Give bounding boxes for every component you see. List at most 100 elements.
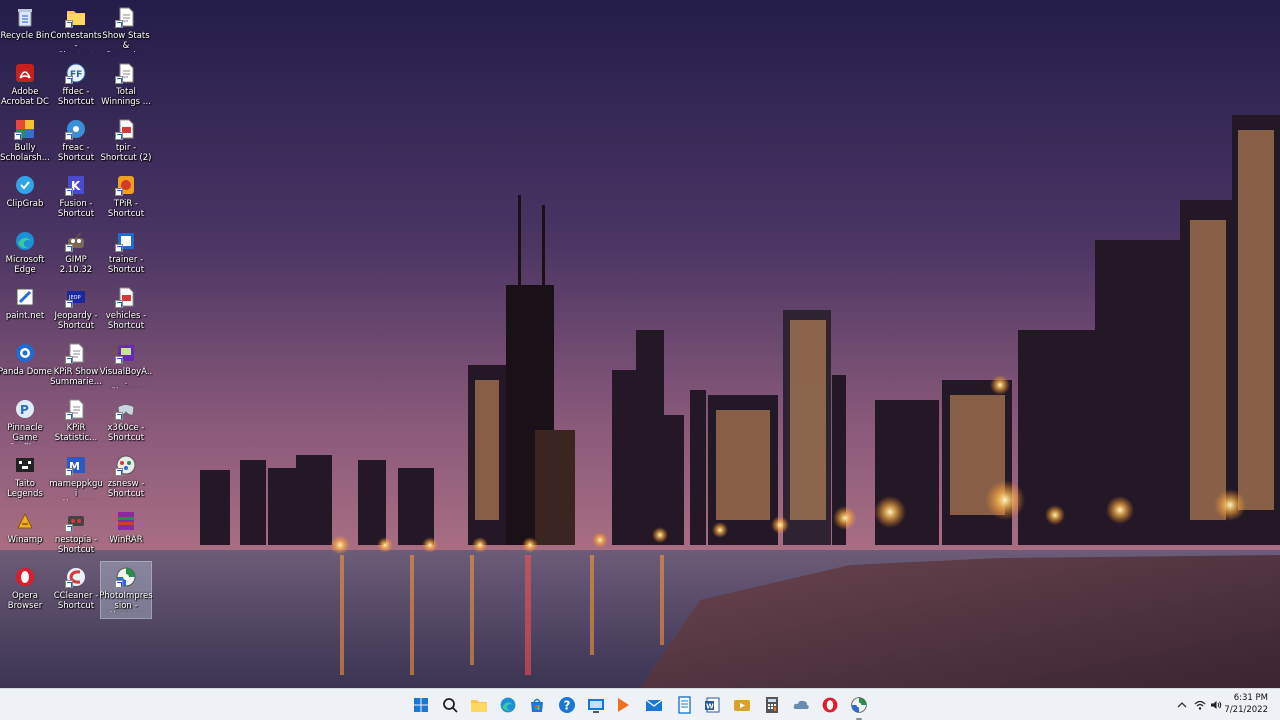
cloud-app-icon[interactable] xyxy=(790,694,812,716)
winrar-icon xyxy=(115,510,137,532)
notepad-icon[interactable] xyxy=(673,694,695,716)
zsnes-icon xyxy=(115,454,137,476)
edge-icon xyxy=(14,230,36,252)
desktop-icon[interactable]: K Fusion - Shortcut xyxy=(51,170,101,224)
shortcut-arrow-icon xyxy=(115,244,123,252)
desktop-icon[interactable]: Adobe Acrobat DC xyxy=(0,58,50,112)
trainer-icon xyxy=(115,230,137,252)
desktop-icon[interactable]: VisualBoyA... - Shortcut xyxy=(99,338,153,392)
desktop-icon[interactable]: freac - Shortcut xyxy=(51,114,101,168)
desktop-icon[interactable]: Mmameppkgui - Shortcut xyxy=(49,450,103,504)
desktop-icon-label: VisualBoyA... - Shortcut xyxy=(99,367,153,388)
desktop-icon-label: Adobe Acrobat DC xyxy=(1,87,49,107)
shortcut-arrow-icon xyxy=(14,132,22,140)
search-icon[interactable] xyxy=(439,694,461,716)
desktop-icon[interactable]: paint.net xyxy=(0,282,50,336)
desktop-icon[interactable]: KPiR Statistic... xyxy=(51,394,101,448)
desktop-icon[interactable]: Winamp xyxy=(0,506,50,560)
shortcut-arrow-icon xyxy=(65,300,73,308)
volume-icon[interactable] xyxy=(1210,697,1222,713)
chevron-up-icon[interactable] xyxy=(1176,697,1188,713)
calculator-icon[interactable] xyxy=(761,694,783,716)
fusion-icon: K xyxy=(65,174,87,196)
document-icon xyxy=(115,6,137,28)
desktop-icon[interactable]: Recycle Bin xyxy=(0,2,50,56)
desktop-icon-label: GIMP 2.10.32 xyxy=(59,255,93,275)
shortcut-arrow-icon xyxy=(115,580,123,588)
winamp-icon xyxy=(14,510,36,532)
desktop-icon-label: PhotoImpres sion - Shortcut xyxy=(99,591,153,612)
clipgrab-icon xyxy=(14,174,36,196)
document-icon xyxy=(65,398,87,420)
shortcut-arrow-icon xyxy=(65,356,73,364)
photoimpression-icon[interactable] xyxy=(848,694,870,720)
microsoft-store-icon[interactable] xyxy=(526,694,548,716)
desktop-icon-label: Winamp xyxy=(7,535,43,545)
desktop-icon[interactable]: Panda Dome xyxy=(0,338,52,392)
desktop-icon[interactable]: WinRAR xyxy=(101,506,151,560)
acrobat-icon xyxy=(14,62,36,84)
desktop-icon[interactable]: Bully Scholarsh... xyxy=(0,114,50,168)
opera-icon[interactable] xyxy=(819,694,841,716)
desktop-icon[interactable]: GIMP 2.10.32 xyxy=(51,226,101,280)
desktop-icon-label: paint.net xyxy=(5,311,45,321)
desktop-icon-label: ffdec - Shortcut xyxy=(57,87,95,107)
shortcut-arrow-icon xyxy=(115,20,123,28)
desktop-icon[interactable]: Microsoft Edge xyxy=(0,226,50,280)
panda-dome-icon xyxy=(14,342,36,364)
desktop-icon[interactable]: Taito Legends xyxy=(0,450,50,504)
desktop-icon-label: trainer - Shortcut xyxy=(107,255,145,275)
desktop-icon-label: Total Winnings ... xyxy=(101,87,151,107)
wifi-icon[interactable] xyxy=(1194,697,1206,713)
desktop-icon[interactable]: Opera Browser xyxy=(0,562,50,616)
shortcut-arrow-icon xyxy=(65,20,73,28)
desktop-icon[interactable]: trainer - Shortcut xyxy=(101,226,151,280)
shortcut-arrow-icon xyxy=(65,580,73,588)
mail-icon[interactable] xyxy=(643,694,665,716)
desktop-icon[interactable]: TPiR - Shortcut xyxy=(101,170,151,224)
desktop-icon-label: Opera Browser xyxy=(7,591,43,611)
desktop-icon[interactable]: P Pinnacle Game Profiler xyxy=(0,394,50,448)
pdf-document-icon xyxy=(115,118,137,140)
desktop-icon[interactable]: CCleaner - Shortcut xyxy=(51,562,101,616)
edge-icon[interactable] xyxy=(497,694,519,716)
shortcut-arrow-icon xyxy=(65,188,73,196)
desktop-icon[interactable]: JEOP Jeopardy - Shortcut xyxy=(51,282,101,336)
tpir-icon xyxy=(115,174,137,196)
desktop-icon[interactable]: Total Winnings ... xyxy=(101,58,151,112)
taskbar: ? W 6:31 PM 7/21/2022 xyxy=(0,688,1280,720)
desktop-icon[interactable]: x360ce - Shortcut xyxy=(101,394,151,448)
file-explorer-icon[interactable] xyxy=(468,694,490,716)
desktop-icon[interactable]: PhotoImpres sion - Shortcut xyxy=(99,561,153,619)
pdf-document-icon xyxy=(115,286,137,308)
desktop: Recycle BinContestants - ShortcutShow St… xyxy=(0,0,1280,688)
word-document-icon[interactable]: W xyxy=(702,694,724,716)
shortcut-arrow-icon xyxy=(115,76,123,84)
folder-icon xyxy=(65,6,87,28)
shortcut-arrow-icon xyxy=(65,412,73,420)
desktop-icon[interactable]: ClipGrab xyxy=(0,170,50,224)
desktop-icon[interactable]: FF ffdec - Shortcut xyxy=(51,58,101,112)
desktop-icon[interactable]: Show Stats & Records - S... xyxy=(101,2,151,56)
document-icon xyxy=(115,62,137,84)
desktop-icon-label: CCleaner - Shortcut xyxy=(53,591,99,611)
desktop-icon[interactable]: Contestants - Shortcut xyxy=(50,2,102,56)
media-player-icon[interactable] xyxy=(612,694,634,716)
desktop-icon-label: vehicles - Shortcut xyxy=(105,311,147,331)
desktop-icon[interactable]: nestopia - Shortcut xyxy=(51,506,101,560)
remote-desktop-icon[interactable] xyxy=(585,694,607,716)
opera-icon xyxy=(14,566,36,588)
help-icon[interactable]: ? xyxy=(556,694,578,716)
desktop-icon-label: Microsoft Edge xyxy=(5,255,45,275)
desktop-icon[interactable]: zsnesw - Shortcut xyxy=(101,450,151,504)
shortcut-arrow-icon xyxy=(65,76,73,84)
desktop-icon[interactable]: vehicles - Shortcut xyxy=(101,282,151,336)
svg-text:?: ? xyxy=(564,699,571,713)
desktop-icon[interactable]: tpir - Shortcut (2) xyxy=(101,114,151,168)
video-player-icon[interactable] xyxy=(731,694,753,716)
windows-start-icon[interactable] xyxy=(410,694,432,716)
taskbar-clock[interactable]: 6:31 PM 7/21/2022 xyxy=(1224,692,1268,716)
shortcut-arrow-icon xyxy=(115,300,123,308)
desktop-icon-label: mameppkgui - Shortcut xyxy=(49,479,103,500)
desktop-icon[interactable]: KPiR Show Summarie... xyxy=(50,338,102,392)
